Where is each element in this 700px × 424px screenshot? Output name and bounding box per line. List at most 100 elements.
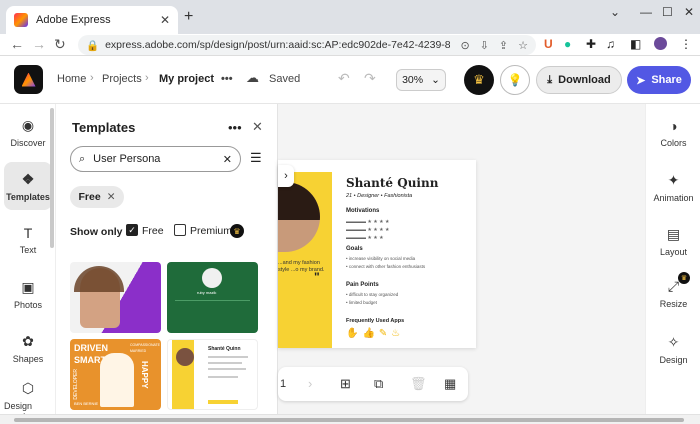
photos-icon: ▣ — [21, 278, 35, 295]
breadcrumb-projects[interactable]: Projects — [102, 73, 142, 85]
goal-item: • connect with other fashion enthusiasts — [346, 264, 426, 269]
thumbnail-word-4: HAPPY — [140, 361, 149, 389]
rail-item-text[interactable]: T Text — [4, 216, 52, 264]
grammarly-icon[interactable]: ● — [564, 37, 571, 51]
extensions-puzzle-icon[interactable]: ✚ — [586, 37, 596, 51]
rail-item-colors[interactable]: ◑ Colors — [646, 118, 700, 148]
add-page-icon[interactable]: ⊞ — [340, 376, 351, 392]
template-thumbnail-1[interactable] — [70, 262, 161, 333]
thumbnail-word-1: DRIVEN — [74, 343, 109, 353]
persona-name: Shanté Quinn — [346, 176, 439, 190]
share-button[interactable]: ➤ Share — [627, 66, 691, 94]
thumbnail-line — [208, 376, 238, 378]
rail-item-design-assets[interactable]: ⬡ Design assets — [4, 376, 52, 421]
next-page-icon[interactable]: › — [308, 376, 312, 391]
chip-label: Free — [78, 191, 101, 203]
back-icon[interactable]: ← — [10, 36, 24, 52]
rail-item-resize[interactable]: ⤢ Resize ♛ — [646, 272, 700, 309]
page-number: 1 — [280, 378, 287, 390]
text-icon: T — [23, 225, 33, 241]
redo-icon[interactable]: ↷ — [364, 70, 376, 87]
window-close-icon[interactable]: ✕ — [684, 5, 694, 19]
breadcrumb-home[interactable]: Home — [57, 73, 86, 85]
persona-subtitle: 21 • Designer • Fashionista — [346, 193, 413, 199]
project-title[interactable]: My project — [159, 73, 214, 85]
horizontal-scrollbar[interactable] — [0, 414, 700, 424]
panel-close-icon[interactable]: ✕ — [252, 119, 263, 135]
rail-label: Discover — [10, 137, 46, 148]
clear-search-icon[interactable]: ✕ — [223, 153, 232, 166]
rail-scrollbar[interactable] — [50, 108, 54, 248]
rail-item-layout[interactable]: ▤ Layout — [646, 226, 700, 257]
download-icon: ⤓ — [547, 73, 553, 86]
thumbnail-line — [208, 362, 242, 364]
chevron-right-icon: › — [284, 170, 288, 182]
maximize-icon[interactable]: ☐ — [662, 5, 673, 19]
filter-chip-free[interactable]: Free ✕ — [70, 186, 124, 208]
search-icon: ⌕ — [79, 152, 86, 165]
media-control-icon[interactable]: ♫ — [606, 37, 615, 51]
premium-checkbox-label: Premium — [190, 225, 233, 237]
minimize-icon[interactable]: — — [640, 5, 652, 19]
template-search-input[interactable]: ⌕ User Persona ✕ — [70, 146, 241, 172]
adobe-express-logo[interactable] — [14, 65, 43, 94]
rail-item-discover[interactable]: ◉ Discover — [4, 108, 52, 156]
rail-item-shapes[interactable]: ✿ Shapes — [4, 324, 52, 372]
panel-title: Templates — [72, 120, 136, 135]
duplicate-page-icon[interactable]: ⧉ — [374, 376, 383, 392]
premium-checkbox[interactable] — [174, 224, 186, 236]
free-checkbox[interactable]: ✓ — [126, 224, 138, 236]
filter-sliders-icon[interactable]: ☰ — [250, 150, 262, 166]
app-icons: ✋👍✎♨ — [346, 328, 405, 339]
browser-tab[interactable]: Adobe Express ✕ — [6, 6, 178, 34]
reload-icon[interactable]: ↻ — [54, 36, 66, 53]
search-query: User Persona — [93, 153, 161, 165]
premium-crown-icon: ♛ — [678, 272, 690, 284]
grid-view-icon[interactable]: ▦ — [444, 376, 456, 392]
share-page-icon[interactable]: ⇪ — [499, 39, 508, 52]
scrollbar-thumb[interactable] — [14, 418, 684, 422]
crown-icon: ♛ — [473, 72, 485, 87]
google-lens-icon[interactable]: ⊙ — [460, 39, 469, 52]
ideas-button[interactable]: 💡 — [500, 65, 530, 95]
show-only-label: Show only : — [70, 226, 129, 238]
page-toolbar: 1 › ⊞ ⧉ 🗑 ▦ — [278, 367, 468, 401]
extension-u-icon[interactable]: U — [544, 37, 553, 51]
chevron-down-icon[interactable]: ⌄ — [610, 5, 620, 19]
remove-chip-icon[interactable]: ✕ — [107, 191, 116, 203]
template-thumbnail-3[interactable]: DRIVEN SMART COMPASSIONATE MARRIED HAPPY… — [70, 339, 161, 410]
save-status: Saved — [269, 73, 301, 85]
collapse-panel-button[interactable]: › — [278, 165, 294, 187]
forward-icon[interactable]: → — [32, 36, 46, 52]
undo-icon[interactable]: ↶ — [338, 70, 350, 87]
address-bar[interactable]: 🔒 express.adobe.com/sp/design/post/urn:a… — [78, 35, 536, 55]
download-button[interactable]: ⤓ Download — [536, 66, 622, 94]
template-thumbnail-4[interactable]: Shanté Quinn — [167, 339, 258, 410]
zoom-selector[interactable]: 30% ⌄ — [396, 69, 446, 91]
bookmark-star-icon[interactable]: ☆ — [518, 39, 528, 52]
new-tab-button[interactable]: + — [184, 8, 193, 26]
rail-item-templates[interactable]: ❖ Templates — [4, 162, 52, 210]
thumbnail-persona-title: Shanté Quinn — [208, 346, 241, 352]
panel-more-button[interactable]: ••• — [228, 120, 242, 135]
templates-icon: ❖ — [21, 170, 35, 187]
close-tab-icon[interactable]: ✕ — [160, 13, 170, 27]
profile-avatar[interactable] — [654, 37, 667, 50]
browser-menu-icon[interactable]: ⋮ — [680, 37, 692, 51]
download-label: Download — [558, 74, 611, 86]
more-options-button[interactable]: ••• — [221, 73, 233, 85]
rail-item-animation[interactable]: ✦ Animation — [646, 172, 700, 203]
delete-page-icon[interactable]: 🗑 — [410, 376, 427, 392]
persona-page[interactable]: ...and my fashion style ...o my brand. "… — [278, 160, 476, 348]
rail-label: Layout — [659, 247, 688, 257]
template-thumbnail-2[interactable]: ruby mazik — [167, 262, 258, 333]
premium-crown-button[interactable]: ♛ — [464, 65, 494, 95]
pain-point-item: • limited budget — [346, 300, 377, 305]
side-panel-icon[interactable]: ◧ — [630, 37, 641, 51]
browser-toolbar: ← → ↻ 🔒 express.adobe.com/sp/design/post… — [0, 34, 700, 56]
colors-icon: ◑ — [669, 118, 678, 134]
install-app-icon[interactable]: ⇩ — [480, 39, 489, 52]
rail-item-photos[interactable]: ▣ Photos — [4, 270, 52, 318]
adobe-logo-icon — [21, 72, 36, 87]
rail-item-design[interactable]: ✧ Design — [646, 334, 700, 365]
